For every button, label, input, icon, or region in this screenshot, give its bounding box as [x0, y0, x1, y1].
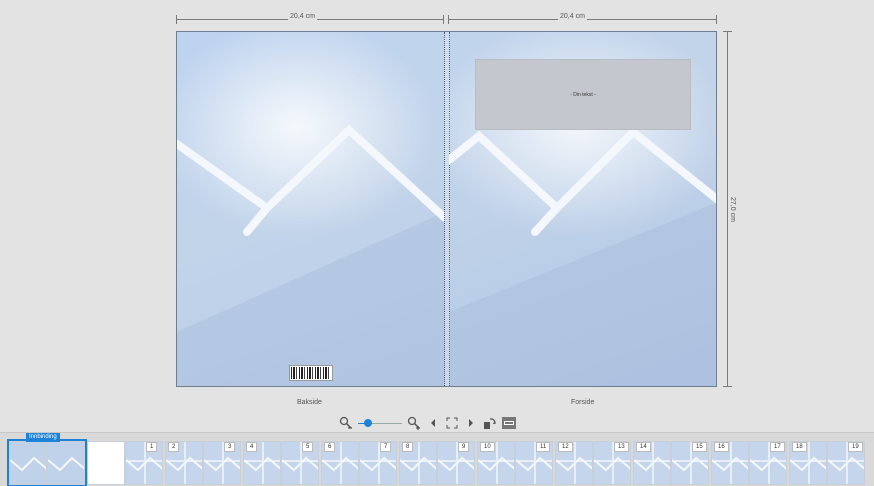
- spread-thumb[interactable]: 10 11: [477, 441, 553, 485]
- page-thumb[interactable]: 17: [749, 441, 787, 485]
- page-thumb[interactable]: [47, 441, 85, 485]
- front-label: Forside: [571, 399, 595, 406]
- rotate-icon[interactable]: [483, 416, 497, 430]
- page-number-label: 7: [380, 442, 392, 452]
- spread-thumb[interactable]: 89: [399, 441, 475, 485]
- width-label-back: 20,4 cm: [288, 13, 317, 20]
- cover-text-placeholder: - Din tekst -: [570, 91, 596, 98]
- page-thumb[interactable]: 15: [671, 441, 709, 485]
- spread-thumb[interactable]: 14 15: [633, 441, 709, 485]
- view-mode-icon[interactable]: [502, 417, 516, 429]
- page-number-label: 15: [692, 442, 707, 452]
- chevron-left-icon[interactable]: [426, 416, 440, 430]
- spread-thumb[interactable]: 45: [243, 441, 319, 485]
- chevron-right-icon[interactable]: [464, 416, 478, 430]
- page-thumb[interactable]: 2: [165, 441, 203, 485]
- page-number-label: 10: [480, 442, 495, 452]
- page-number-label: 12: [558, 442, 573, 452]
- page-number-label: 4: [246, 442, 258, 452]
- page-number-label: 11: [536, 442, 551, 452]
- page-thumb[interactable]: 11: [515, 441, 553, 485]
- height-label: 27,0 cm: [729, 195, 736, 224]
- page-thumb[interactable]: 8: [399, 441, 437, 485]
- zoom-toolbar: [339, 412, 516, 434]
- page-number-label: 2: [168, 442, 180, 452]
- back-label: Bakside: [297, 399, 322, 406]
- width-ruler-back: 20,4 cm: [176, 13, 444, 24]
- barcode: [289, 365, 333, 381]
- spread-thumb[interactable]: 67: [321, 441, 397, 485]
- page-number-label: 19: [848, 442, 863, 452]
- spread-thumb[interactable]: 1: [87, 441, 163, 485]
- spread-thumb-cover[interactable]: [7, 439, 87, 486]
- blank-page-thumb[interactable]: [87, 441, 125, 485]
- page-thumb[interactable]: 5: [281, 441, 319, 485]
- mountain-graphic: [177, 124, 445, 386]
- page-number-label: 14: [636, 442, 651, 452]
- page-thumb[interactable]: 19: [827, 441, 865, 485]
- page-thumb[interactable]: 12: [555, 441, 593, 485]
- cover-spread[interactable]: - Din tekst -: [176, 31, 717, 387]
- binding-label: Innbinding: [26, 433, 60, 442]
- page-thumb[interactable]: [9, 441, 47, 485]
- page-thumb[interactable]: 10: [477, 441, 515, 485]
- page-number-label: 5: [302, 442, 314, 452]
- spread-thumb[interactable]: 23: [165, 441, 241, 485]
- page-number-label: 8: [402, 442, 414, 452]
- back-cover-page[interactable]: [177, 32, 445, 386]
- page-number-label: 6: [324, 442, 336, 452]
- page-thumb[interactable]: 4: [243, 441, 281, 485]
- page-filmstrip[interactable]: 1 2 3 4 5 6 7 8 9 10 11 12 13 14 15 16 17 18 19 Innbinding: [0, 432, 874, 486]
- page-number-label: 3: [224, 442, 236, 452]
- page-number-label: 16: [714, 442, 729, 452]
- zoom-slider-knob[interactable]: [364, 419, 372, 427]
- page-number-label: 17: [770, 442, 785, 452]
- zoom-in-icon[interactable]: [407, 416, 421, 430]
- page-thumb[interactable]: 1: [125, 441, 163, 485]
- cover-text-box[interactable]: - Din tekst -: [475, 59, 691, 130]
- page-thumb[interactable]: 14: [633, 441, 671, 485]
- width-label-front: 20,4 cm: [558, 13, 587, 20]
- zoom-slider[interactable]: [358, 417, 402, 429]
- page-number-label: 13: [614, 442, 629, 452]
- page-thumb[interactable]: 7: [359, 441, 397, 485]
- width-ruler-front: 20,4 cm: [448, 13, 717, 24]
- page-number-label: 1: [146, 442, 158, 452]
- page-thumb[interactable]: 9: [437, 441, 475, 485]
- spread-thumb[interactable]: 16 17: [711, 441, 787, 485]
- fullscreen-icon[interactable]: [445, 416, 459, 430]
- page-thumb[interactable]: 16: [711, 441, 749, 485]
- page-thumb[interactable]: 3: [203, 441, 241, 485]
- page-thumb[interactable]: 13: [593, 441, 631, 485]
- page-thumb[interactable]: 6: [321, 441, 359, 485]
- spread-thumb[interactable]: 18 19: [789, 441, 865, 485]
- height-ruler: 27,0 cm: [722, 31, 736, 387]
- page-thumb[interactable]: 18: [789, 441, 827, 485]
- page-number-label: 18: [792, 442, 807, 452]
- zoom-out-icon[interactable]: [339, 416, 353, 430]
- spread-thumb[interactable]: 12 13: [555, 441, 631, 485]
- page-number-label: 9: [458, 442, 470, 452]
